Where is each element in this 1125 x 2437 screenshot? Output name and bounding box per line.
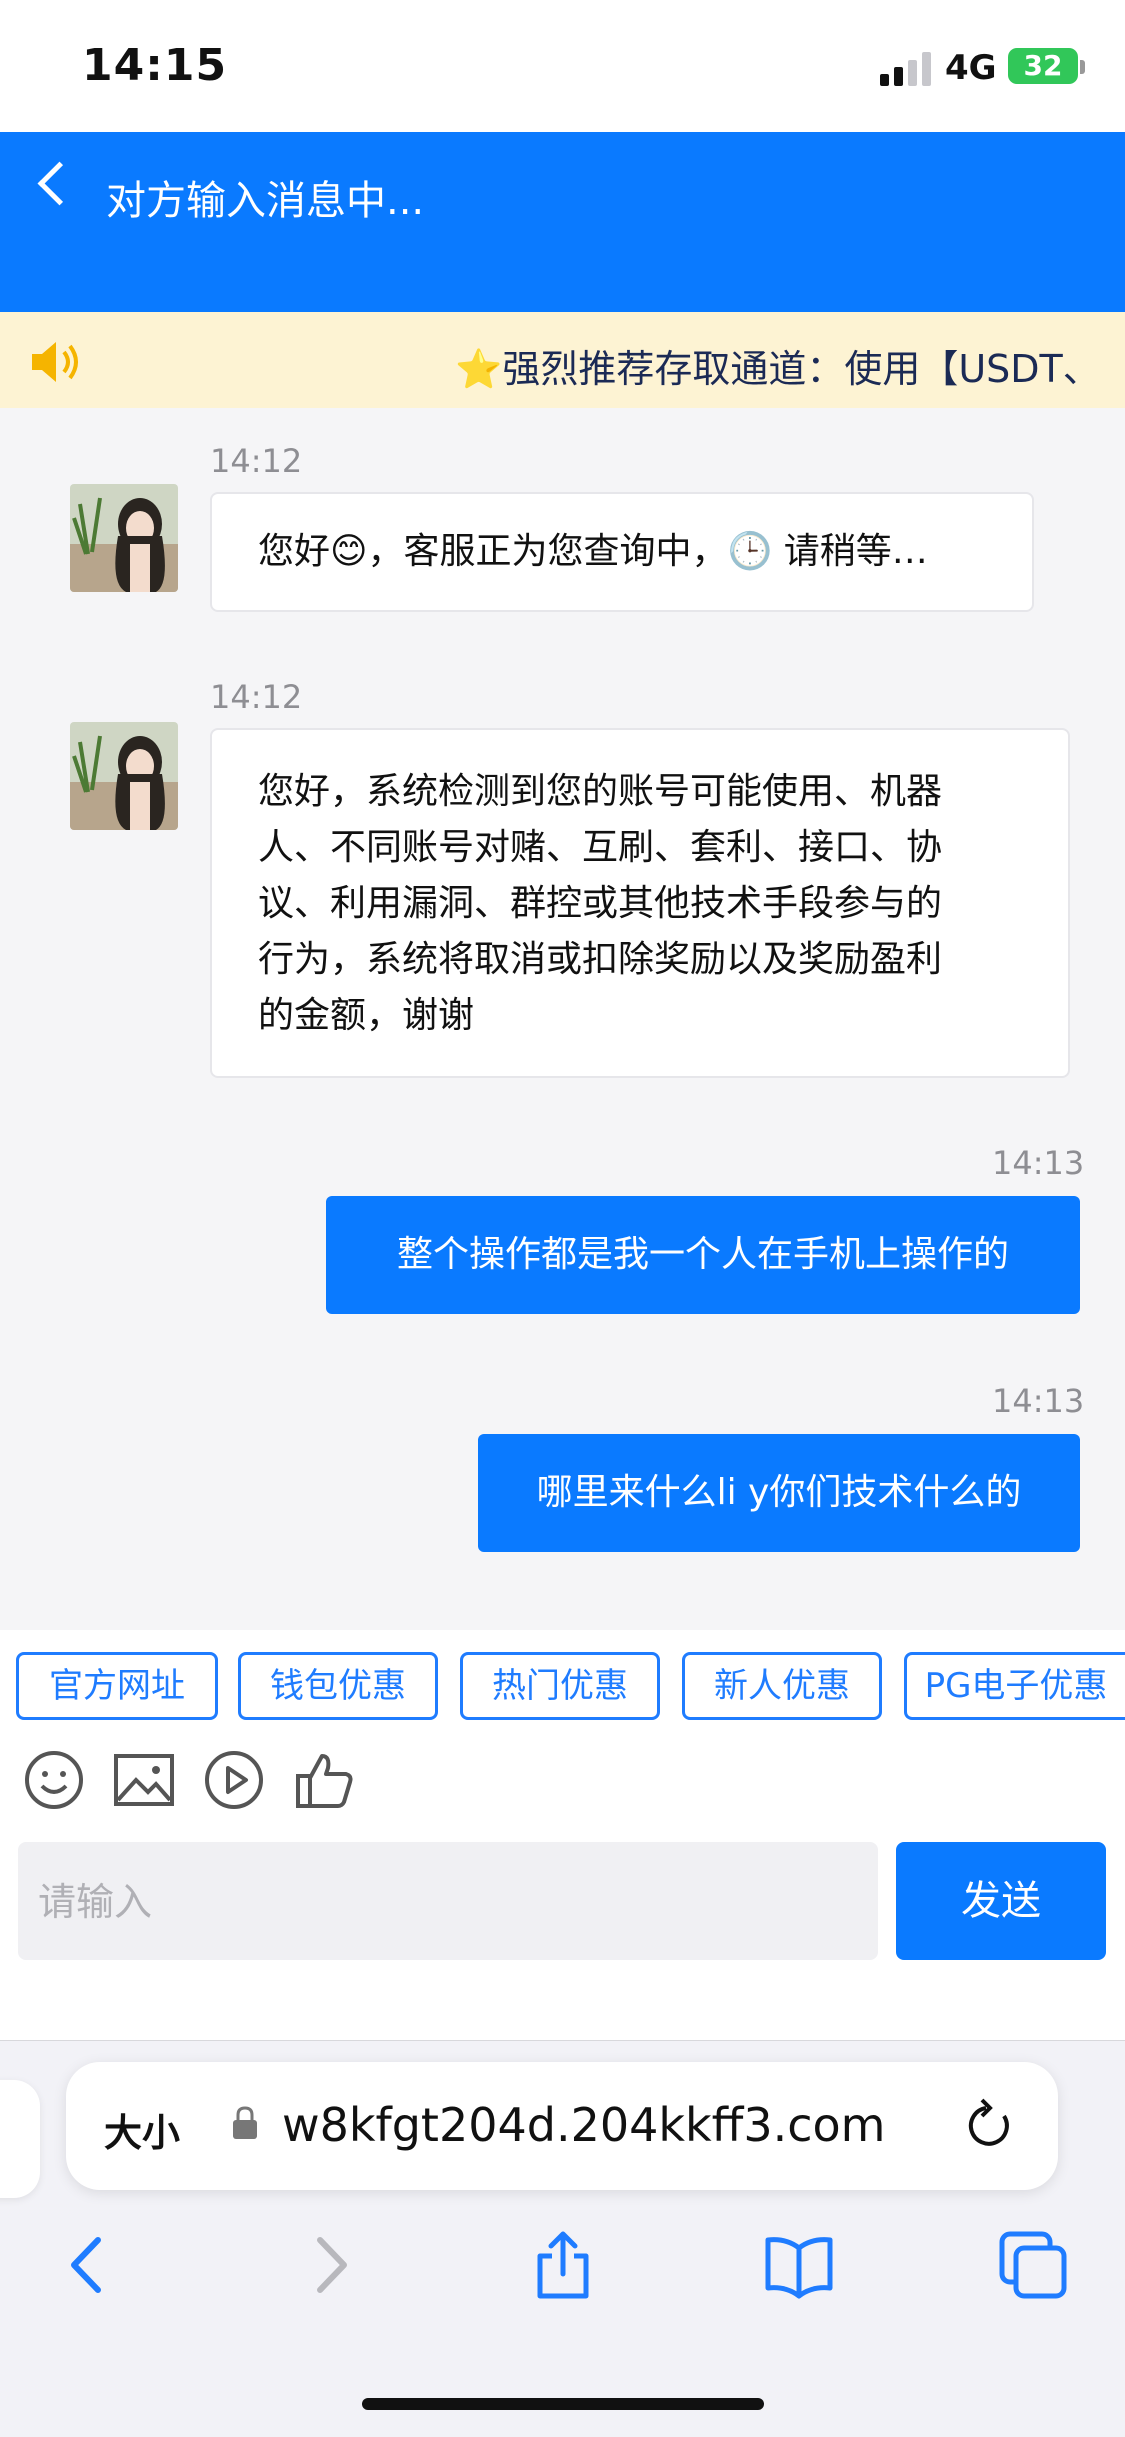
message-input[interactable] xyxy=(36,1842,860,1962)
message-text: 您好😊，客服正为您查询中，🕒 请稍等… xyxy=(258,531,928,572)
agent-avatar xyxy=(70,484,178,592)
text-size-button[interactable]: 大小 xyxy=(104,2102,180,2157)
back-nav-icon[interactable] xyxy=(54,2230,124,2300)
message-line: 议、利用漏洞、群控或其他技术手段参与的 xyxy=(258,883,943,924)
message-line: 行为，系统将取消或扣除奖励以及奖励盈利 xyxy=(258,939,943,980)
quick-link-wallet-promo[interactable]: 钱包优惠 xyxy=(238,1652,438,1720)
message-timestamp: 14:12 xyxy=(210,678,303,716)
message-line: 人、不同账号对赌、互刷、套利、接口、协 xyxy=(258,827,943,868)
video-icon[interactable] xyxy=(202,1748,266,1812)
signal-icon xyxy=(880,52,931,86)
message-timestamp: 14:12 xyxy=(210,442,303,480)
message-input-wrapper xyxy=(18,1842,878,1962)
share-icon[interactable] xyxy=(528,2230,598,2300)
lock-icon xyxy=(233,2106,257,2139)
notice-text: ⭐强烈推荐存取通道：使用【USDT、 xyxy=(455,347,1101,391)
emoji-icon[interactable] xyxy=(22,1748,86,1812)
forward-nav-icon[interactable] xyxy=(294,2230,364,2300)
url-text: w8kfgt204d.204kkff3.com xyxy=(282,2098,886,2152)
reload-icon[interactable] xyxy=(960,2094,1018,2156)
battery-level: 32 xyxy=(1023,49,1063,82)
battery-cap xyxy=(1080,60,1085,74)
message-line: 的金额，谢谢 xyxy=(258,995,475,1036)
message-timestamp: 14:13 xyxy=(992,1144,1085,1182)
tabs-icon[interactable] xyxy=(998,2230,1068,2300)
agent-avatar xyxy=(70,722,178,830)
image-icon[interactable] xyxy=(112,1748,176,1812)
message-timestamp: 14:13 xyxy=(992,1382,1085,1420)
speaker-icon xyxy=(32,342,78,382)
thumbs-up-icon[interactable] xyxy=(292,1748,356,1812)
bookmarks-icon[interactable] xyxy=(764,2230,834,2300)
message-text: 哪里来什么li y你们技术什么的 xyxy=(536,1472,1022,1513)
outgoing-message: 整个操作都是我一个人在手机上操作的 xyxy=(326,1196,1080,1314)
message-text: 整个操作都是我一个人在手机上操作的 xyxy=(396,1234,1009,1275)
incoming-message: 您好😊，客服正为您查询中，🕒 请稍等… xyxy=(210,492,1034,612)
quick-link-new-user-promo[interactable]: 新人优惠 xyxy=(682,1652,882,1720)
outgoing-message: 哪里来什么li y你们技术什么的 xyxy=(478,1434,1080,1552)
send-button[interactable]: 发送 xyxy=(896,1842,1106,1960)
quick-link-pg-promo[interactable]: PG电子优惠 xyxy=(904,1652,1125,1720)
quick-link-official-site[interactable]: 官方网址 xyxy=(16,1652,218,1720)
battery-icon: 32 xyxy=(1008,48,1078,84)
home-indicator xyxy=(362,2398,764,2410)
network-type: 4G xyxy=(945,48,997,88)
header-title: 对方输入消息中... xyxy=(106,178,425,224)
quick-link-hot-promo[interactable]: 热门优惠 xyxy=(460,1652,660,1720)
message-line: 您好，系统检测到您的账号可能使用、机器 xyxy=(258,771,943,812)
incoming-message: 您好，系统检测到您的账号可能使用、机器 人、不同账号对赌、互刷、套利、接口、协 … xyxy=(210,728,1070,1078)
status-time: 14:15 xyxy=(82,40,228,91)
previous-tab-peek[interactable] xyxy=(0,2080,40,2198)
